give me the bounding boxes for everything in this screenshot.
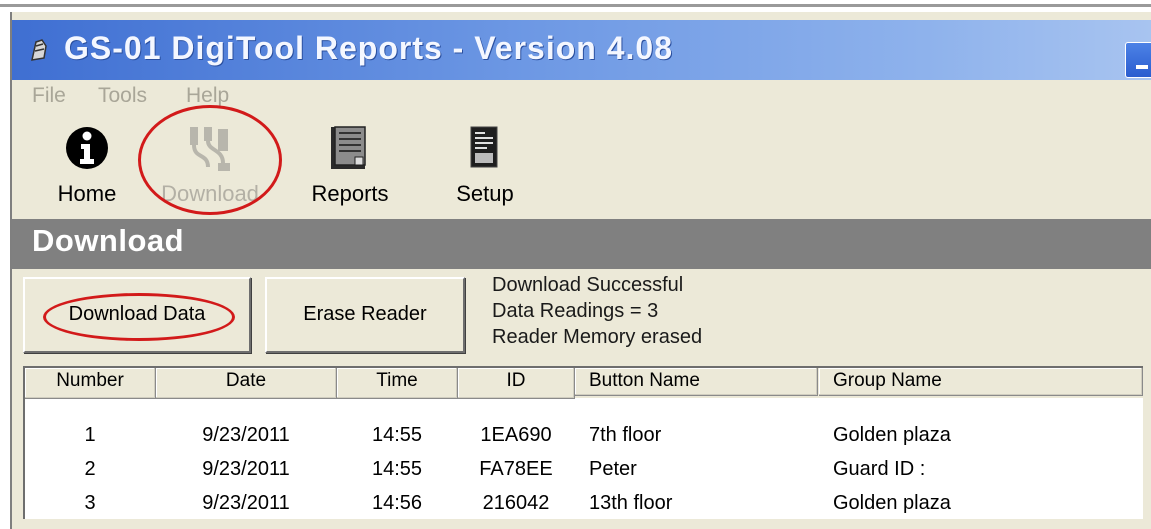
app-icon <box>31 39 47 61</box>
minimize-icon <box>1136 65 1148 69</box>
toolbar-setup-label: Setup <box>456 181 514 206</box>
cell-number: 2 <box>84 458 96 480</box>
status-line-3: Reader Memory erased <box>492 326 703 348</box>
cell-group-name: Guard ID : <box>833 458 926 480</box>
erase-reader-label: Erase Reader <box>303 303 427 325</box>
column-header-time[interactable]: Time <box>337 368 458 399</box>
cell-id: FA78EE <box>479 458 553 480</box>
column-header-group-name[interactable]: Group Name <box>819 368 1143 396</box>
minimize-button[interactable] <box>1125 42 1151 78</box>
toolbar-home-label: Home <box>57 181 117 206</box>
download-highlight-circle <box>138 105 282 215</box>
column-header-number[interactable]: Number <box>25 368 156 399</box>
reports-book-icon <box>331 126 366 169</box>
column-header-button-name[interactable]: Button Name <box>575 368 818 396</box>
title-bar: GS-01 DigiTool Reports - Version 4.08 <box>12 20 1151 80</box>
status-line-2: Data Readings = 3 <box>492 300 659 322</box>
top-divider <box>0 4 1151 7</box>
menu-file[interactable]: File <box>32 84 66 108</box>
column-header-date[interactable]: Date <box>156 368 337 399</box>
cell-button-name: Peter <box>589 458 637 480</box>
setup-device-icon <box>470 126 498 168</box>
menu-tools[interactable]: Tools <box>98 84 147 108</box>
section-header: Download <box>12 219 1151 269</box>
menu-bar: File Tools Help <box>12 82 1151 112</box>
cell-time: 14:56 <box>371 492 423 514</box>
download-data-highlight-oval <box>43 293 235 341</box>
toolbar-home-button[interactable]: Home <box>32 115 142 217</box>
section-title: Download <box>32 223 185 258</box>
toolbar-reports-label: Reports <box>311 181 389 206</box>
cell-group-name: Golden plaza <box>833 424 951 446</box>
cell-button-name: 13th floor <box>589 492 673 514</box>
cell-button-name: 7th floor <box>589 424 662 446</box>
toolbar-reports-button[interactable]: Reports <box>290 115 410 217</box>
download-data-button[interactable]: Download Data <box>23 277 251 353</box>
cell-id: 1EA690 <box>480 424 552 446</box>
window-title: GS-01 DigiTool Reports - Version 4.08 <box>64 30 673 66</box>
toolbar: Home Download Reports Setup <box>12 105 1151 217</box>
cell-group-name: Golden plaza <box>833 492 951 514</box>
cell-time: 14:55 <box>371 458 423 480</box>
cell-time: 14:55 <box>371 424 423 446</box>
top-strip <box>0 0 1151 12</box>
cell-number: 1 <box>84 424 96 446</box>
toolbar-download-button[interactable]: Download <box>138 105 282 217</box>
table-header: Number Date Time ID Button Name Group Na… <box>25 368 1143 399</box>
table-row[interactable]: 2 9/23/2011 14:55 FA78EE Peter Guard ID … <box>25 458 1143 492</box>
info-icon <box>66 127 108 169</box>
erase-reader-button[interactable]: Erase Reader <box>265 277 465 353</box>
readings-table[interactable]: Number Date Time ID Button Name Group Na… <box>23 366 1143 519</box>
cell-date: 9/23/2011 <box>202 458 290 480</box>
column-header-id[interactable]: ID <box>458 368 575 399</box>
table-row[interactable]: 1 9/23/2011 14:55 1EA690 7th floor Golde… <box>25 424 1143 458</box>
cell-date: 9/23/2011 <box>202 424 290 446</box>
status-line-1: Download Successful <box>492 274 684 296</box>
status-text: Download Successful Data Readings = 3 Re… <box>492 272 702 350</box>
cell-date: 9/23/2011 <box>202 492 290 514</box>
cell-id: 216042 <box>482 492 550 514</box>
cell-number: 3 <box>84 492 96 514</box>
table-row[interactable]: 3 9/23/2011 14:56 216042 13th floor Gold… <box>25 492 1143 526</box>
toolbar-setup-button[interactable]: Setup <box>430 115 540 217</box>
